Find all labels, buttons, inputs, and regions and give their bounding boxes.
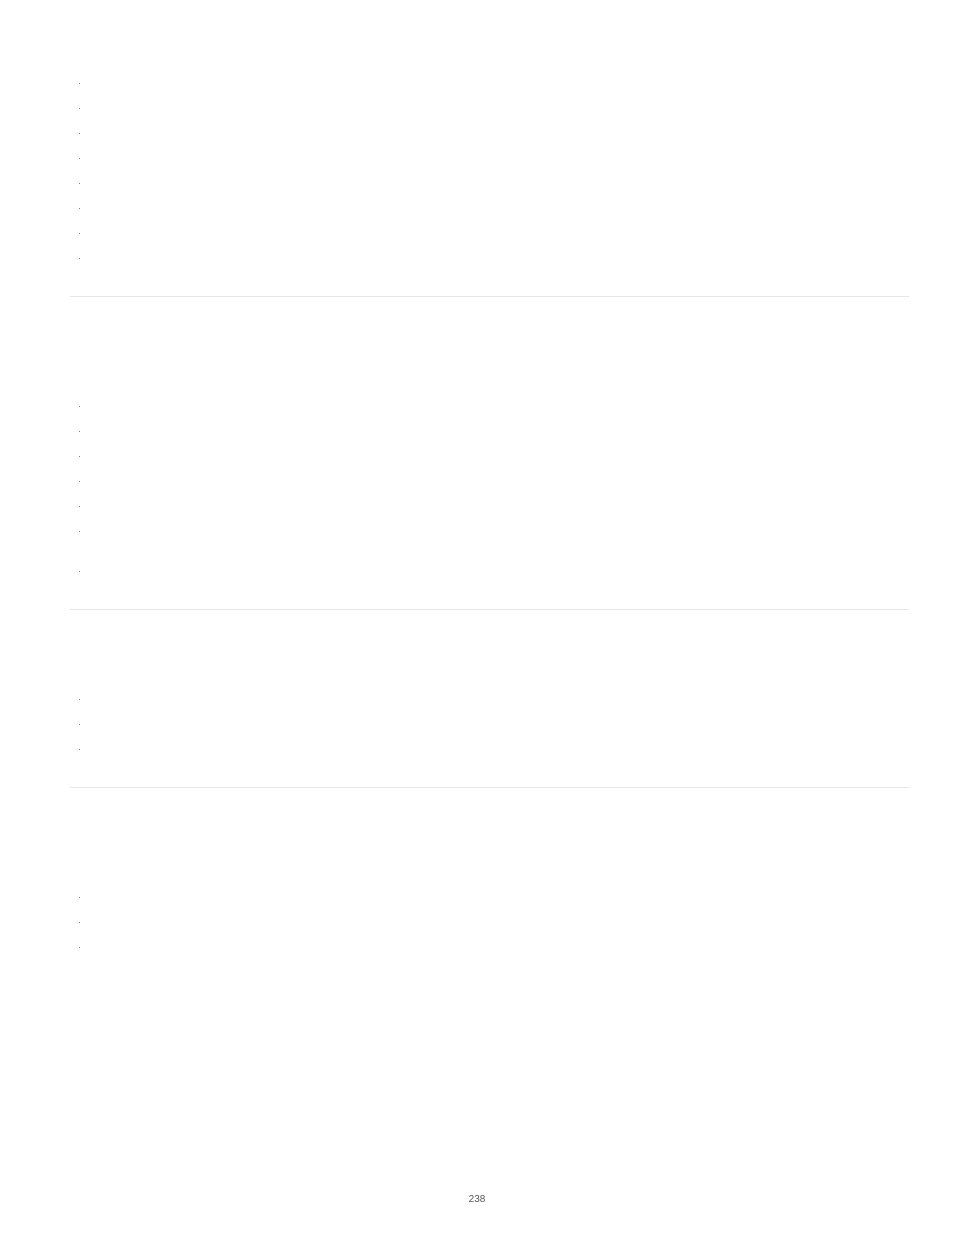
list-item — [88, 255, 909, 280]
list-item — [88, 478, 909, 503]
list-item — [88, 105, 909, 130]
bullet-list — [70, 80, 909, 280]
page-number: 238 — [0, 1194, 954, 1205]
section-divider — [70, 296, 909, 297]
list-item — [88, 130, 909, 155]
section-1 — [70, 80, 909, 280]
list-item — [88, 746, 909, 771]
list-item — [88, 944, 909, 969]
bullet-list — [70, 894, 909, 969]
section-3 — [70, 696, 909, 771]
bullet-list — [70, 403, 909, 593]
section-2 — [70, 403, 909, 593]
list-item — [88, 894, 909, 919]
section-divider — [70, 787, 909, 788]
document-page: 238 — [0, 0, 954, 1235]
section-divider — [70, 609, 909, 610]
list-item — [88, 453, 909, 478]
list-item — [88, 155, 909, 180]
list-item — [88, 503, 909, 528]
list-item — [88, 80, 909, 105]
list-item — [88, 721, 909, 746]
list-item — [88, 428, 909, 453]
list-item — [88, 568, 909, 593]
bullet-list — [70, 696, 909, 771]
list-item — [88, 528, 909, 568]
list-item — [88, 919, 909, 944]
list-item — [88, 230, 909, 255]
list-item — [88, 180, 909, 205]
list-item — [88, 205, 909, 230]
list-item — [88, 403, 909, 428]
list-item — [88, 696, 909, 721]
section-4 — [70, 894, 909, 969]
